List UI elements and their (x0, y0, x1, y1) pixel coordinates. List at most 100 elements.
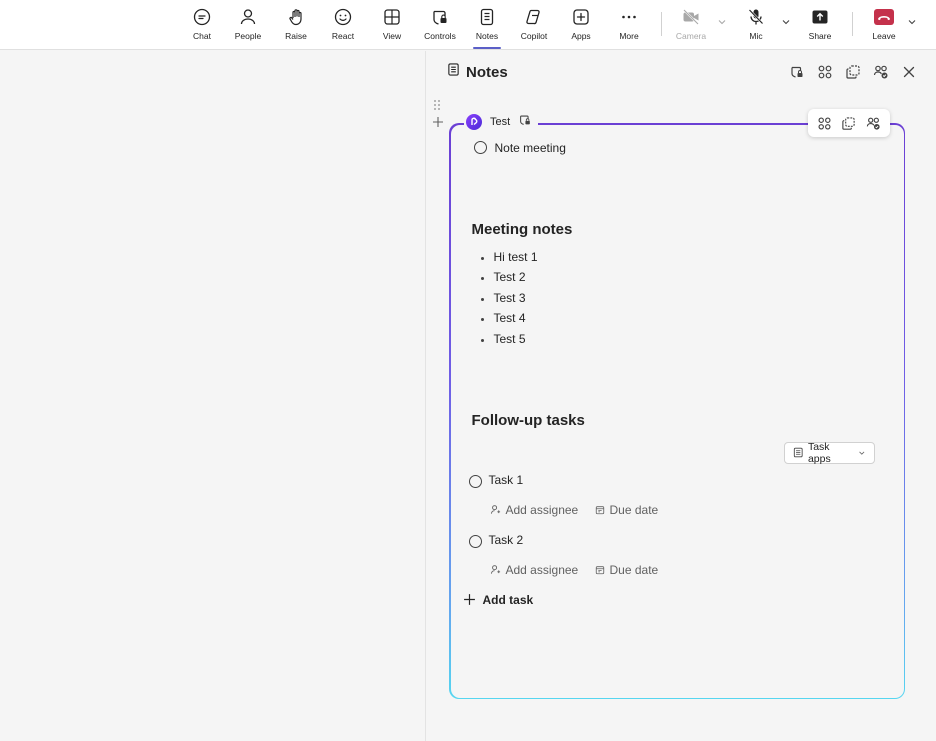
toolbar-divider (661, 12, 662, 36)
mic-off-icon (745, 6, 767, 28)
due-date-label: Due date (609, 562, 659, 577)
task-apps-label: Task apps (807, 440, 831, 465)
note-line-3[interactable]: Test 3 (494, 291, 526, 305)
copilot-button[interactable]: Copilot (512, 6, 556, 48)
task-checkbox[interactable] (468, 474, 482, 488)
grid-view-icon (381, 6, 403, 28)
apps-label: Apps (571, 31, 591, 41)
assignee-label: Add assignee (505, 502, 579, 517)
leave-options-chevron-icon[interactable] (906, 16, 918, 28)
add-app-icon (570, 6, 592, 28)
share-button[interactable]: Share (798, 6, 842, 48)
meeting-stage (0, 51, 426, 741)
share-screen-icon (809, 6, 831, 28)
copy-component-button[interactable] (840, 114, 858, 132)
task-checkbox[interactable] (468, 534, 482, 548)
people-settings-icon (873, 65, 888, 79)
chat-icon (191, 6, 213, 28)
controls-button[interactable]: Controls (418, 6, 462, 48)
person-add-icon (490, 505, 500, 514)
assignee-label: Add assignee (505, 562, 579, 577)
bullet-icon (480, 317, 484, 321)
shield-lock-icon (429, 6, 451, 28)
task-title-2[interactable]: Task 2 (489, 533, 524, 547)
shield-lock-icon[interactable] (518, 113, 532, 132)
leave-button[interactable]: Leave (862, 6, 906, 48)
mic-options-chevron-icon[interactable] (780, 16, 792, 28)
apps-button[interactable]: Apps (559, 6, 603, 48)
people-label: People (234, 31, 262, 41)
copilot-label: Copilot (520, 31, 548, 41)
drag-handle-icon[interactable] (433, 98, 441, 110)
more-dots-icon (618, 6, 640, 28)
meeting-toolbar: Chat People Raise React View Controls No… (0, 0, 936, 50)
add-task-button[interactable]: Add task (463, 593, 533, 607)
share-label: Share (808, 31, 832, 41)
apps-grid-icon (818, 117, 831, 129)
people-settings-icon (866, 117, 880, 130)
chat-button[interactable]: Chat (180, 6, 224, 48)
loop-component-tools (808, 109, 890, 137)
raise-label: Raise (285, 31, 307, 41)
note-line-1[interactable]: Hi test 1 (494, 250, 538, 264)
react-label: React (331, 31, 355, 41)
toolbar-divider-2 (852, 12, 853, 36)
view-button[interactable]: View (370, 6, 414, 48)
apps-grid-button[interactable] (816, 63, 834, 81)
loop-component: Note meeting Meeting notes Hi test 1 Tes… (449, 123, 905, 699)
mic-button[interactable]: Mic (734, 6, 778, 48)
copy-component-icon (842, 116, 856, 130)
meeting-notes-heading: Meeting notes (471, 220, 573, 238)
permissions-button[interactable] (788, 63, 806, 81)
followup-heading: Follow-up tasks (471, 411, 585, 429)
camera-button[interactable]: Camera (669, 6, 713, 48)
panel-actions (788, 63, 918, 81)
add-assignee-button[interactable]: Add assignee (490, 562, 579, 577)
react-button[interactable]: React (321, 6, 365, 48)
people-icon (237, 6, 259, 28)
bullet-icon (480, 297, 484, 301)
view-label: View (382, 31, 402, 41)
loop-logo-icon (466, 114, 482, 130)
chat-label: Chat (193, 31, 211, 41)
share-people-button[interactable] (865, 114, 883, 132)
task-title-1[interactable]: Task 1 (489, 473, 524, 487)
copy-component-button[interactable] (844, 63, 862, 81)
bullet-icon (480, 256, 484, 260)
loop-component-label[interactable]: Test (464, 112, 539, 132)
copilot-icon (523, 6, 545, 28)
people-button[interactable]: People (226, 6, 270, 48)
notes-label: Notes (475, 31, 499, 41)
panel-title: Notes (466, 63, 508, 81)
add-assignee-button[interactable]: Add assignee (490, 502, 579, 517)
due-date-label: Due date (609, 502, 659, 517)
apps-grid-icon (818, 65, 832, 79)
loop-component-body: Note meeting Meeting notes Hi test 1 Tes… (450, 124, 904, 698)
plus-icon (463, 594, 475, 605)
insert-plus-icon[interactable] (432, 115, 444, 127)
close-icon (903, 66, 915, 78)
note-line-5[interactable]: Test 5 (494, 332, 526, 346)
share-people-button[interactable] (872, 63, 890, 81)
agenda-item[interactable]: Note meeting (495, 141, 566, 155)
close-panel-button[interactable] (900, 63, 918, 81)
more-button[interactable]: More (607, 6, 651, 48)
apps-grid-button[interactable] (815, 114, 833, 132)
due-date-button[interactable]: Due date (595, 562, 659, 577)
copy-component-icon (846, 65, 860, 79)
task-list-icon (793, 447, 803, 458)
agenda-checkbox[interactable] (473, 140, 487, 154)
due-date-button[interactable]: Due date (595, 502, 659, 517)
task-apps-button[interactable]: Task apps (783, 440, 875, 465)
bullet-icon (480, 276, 484, 280)
note-line-4[interactable]: Test 4 (494, 311, 526, 325)
person-add-icon (490, 565, 500, 574)
notes-button[interactable]: Notes (465, 6, 509, 49)
hand-icon (285, 6, 307, 28)
notes-panel-header: Notes (447, 63, 508, 81)
camera-options-chevron-icon[interactable] (716, 16, 728, 28)
raise-hand-button[interactable]: Raise (274, 6, 318, 48)
camera-off-icon (680, 6, 702, 28)
note-line-2[interactable]: Test 2 (494, 270, 526, 284)
notes-icon (476, 6, 498, 28)
